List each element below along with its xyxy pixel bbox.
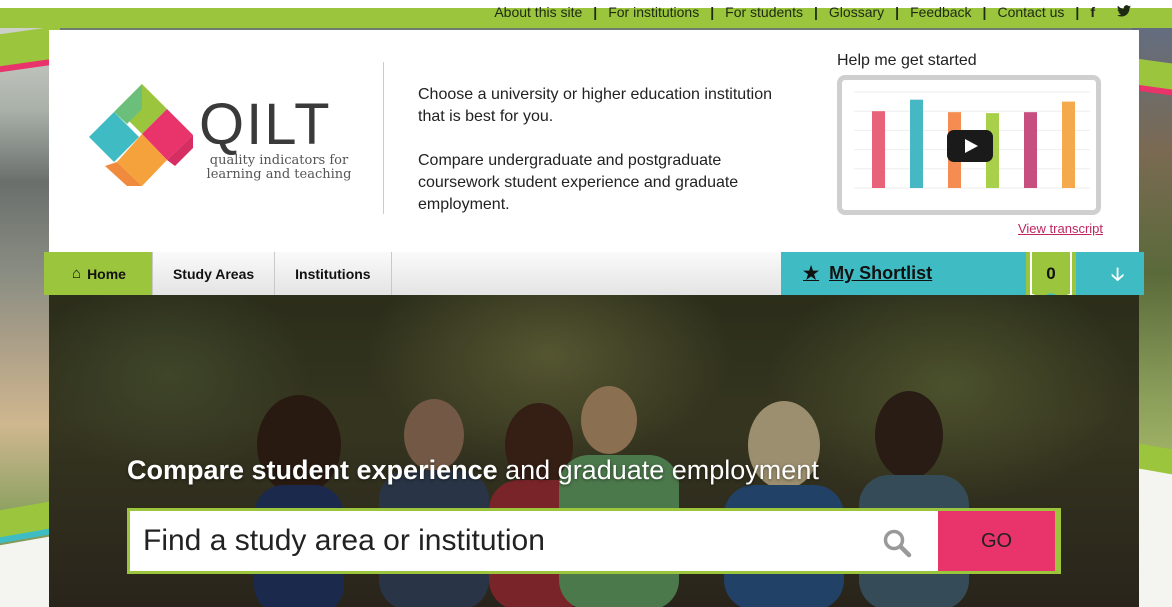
- shortlist-count: 0: [1046, 264, 1056, 283]
- shortlist-bar: ★ My Shortlist 0 🡣: [781, 252, 1144, 302]
- link-feedback[interactable]: Feedback: [899, 4, 982, 20]
- nav-institutions[interactable]: Institutions: [275, 252, 392, 295]
- intro-line-2: Compare undergraduate and postgraduate c…: [418, 152, 739, 213]
- link-students[interactable]: For students: [714, 4, 814, 20]
- search-box: [130, 511, 938, 571]
- play-icon[interactable]: [947, 130, 993, 162]
- facebook-icon[interactable]: f: [1079, 4, 1106, 20]
- link-about[interactable]: About this site: [483, 4, 593, 20]
- utility-bar: About this site | For institutions | For…: [0, 0, 1172, 28]
- intro-line-1: Choose a university or higher education …: [418, 86, 772, 125]
- hero-title-bold: Compare student experience: [127, 455, 498, 485]
- star-icon: ★: [803, 263, 820, 283]
- hero-banner: Compare student experience and graduate …: [49, 295, 1139, 607]
- link-institutions[interactable]: For institutions: [597, 4, 710, 20]
- shortlist-label: My Shortlist: [829, 263, 933, 283]
- hero-title-rest: and graduate employment: [497, 455, 819, 485]
- site-header: QILT quality indicators for learning and…: [49, 30, 1139, 252]
- my-shortlist-link[interactable]: ★ My Shortlist: [803, 263, 932, 284]
- logo-text: QILT quality indicators for learning and…: [199, 96, 359, 182]
- home-icon: ⌂: [72, 265, 82, 282]
- thumb-bar: [1062, 101, 1075, 188]
- thumb-bar: [1024, 112, 1037, 188]
- hero-title: Compare student experience and graduate …: [127, 455, 819, 486]
- help-video[interactable]: [837, 75, 1101, 215]
- nav-home[interactable]: ⌂ Home: [44, 252, 153, 295]
- view-transcript-link[interactable]: View transcript: [1018, 221, 1103, 236]
- logo-subtitle: quality indicators for learning and teac…: [206, 153, 352, 182]
- twitter-icon[interactable]: [1106, 4, 1142, 20]
- search-bar: GO: [127, 508, 1061, 574]
- help-title: Help me get started: [837, 52, 977, 69]
- link-glossary[interactable]: Glossary: [818, 4, 895, 20]
- search-input[interactable]: [130, 513, 860, 569]
- nav-study-areas[interactable]: Study Areas: [153, 252, 276, 295]
- thumb-bar: [910, 99, 923, 188]
- divider: [383, 62, 384, 214]
- arrow-down-icon[interactable]: 🡣: [1111, 262, 1124, 292]
- thumb-bar: [872, 111, 885, 188]
- logo-wordmark: QILT: [199, 92, 332, 157]
- nav-home-label: Home: [87, 265, 126, 282]
- intro-text: Choose a university or higher education …: [418, 84, 778, 216]
- link-contact[interactable]: Contact us: [986, 4, 1075, 20]
- search-icon[interactable]: [882, 528, 912, 558]
- qilt-logo-icon[interactable]: [87, 82, 197, 192]
- utility-nav: About this site | For institutions | For…: [483, 2, 1142, 22]
- go-button[interactable]: GO: [938, 511, 1055, 571]
